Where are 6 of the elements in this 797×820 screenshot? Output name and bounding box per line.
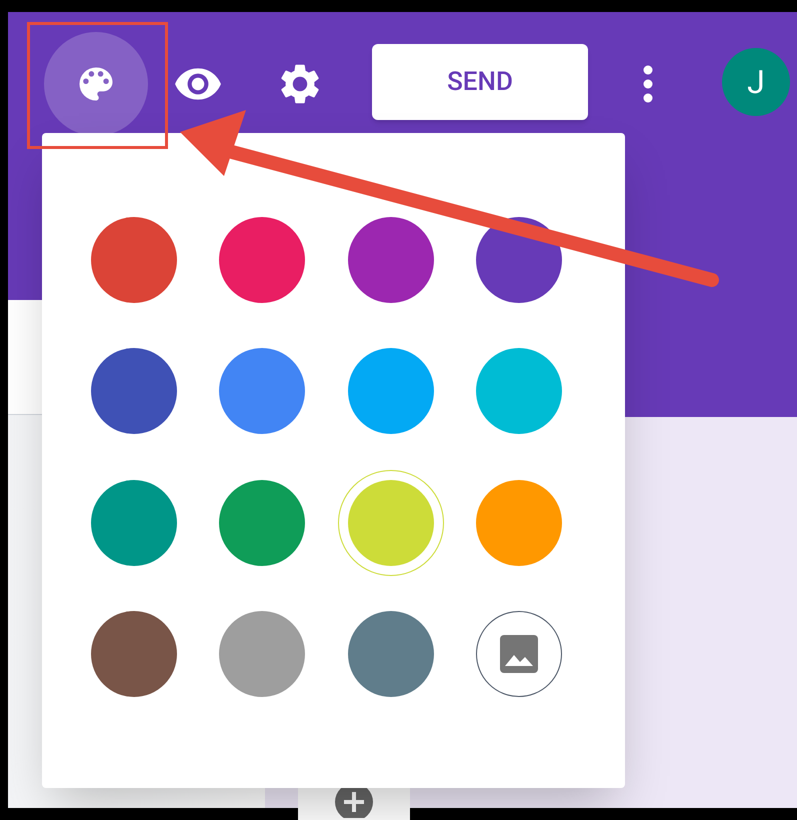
- color-swatch[interactable]: [338, 470, 444, 576]
- image-icon: [498, 634, 539, 674]
- avatar[interactable]: J: [722, 48, 790, 116]
- more-icon: [643, 65, 653, 103]
- send-button[interactable]: SEND: [372, 44, 588, 120]
- image-swatch[interactable]: [476, 611, 562, 698]
